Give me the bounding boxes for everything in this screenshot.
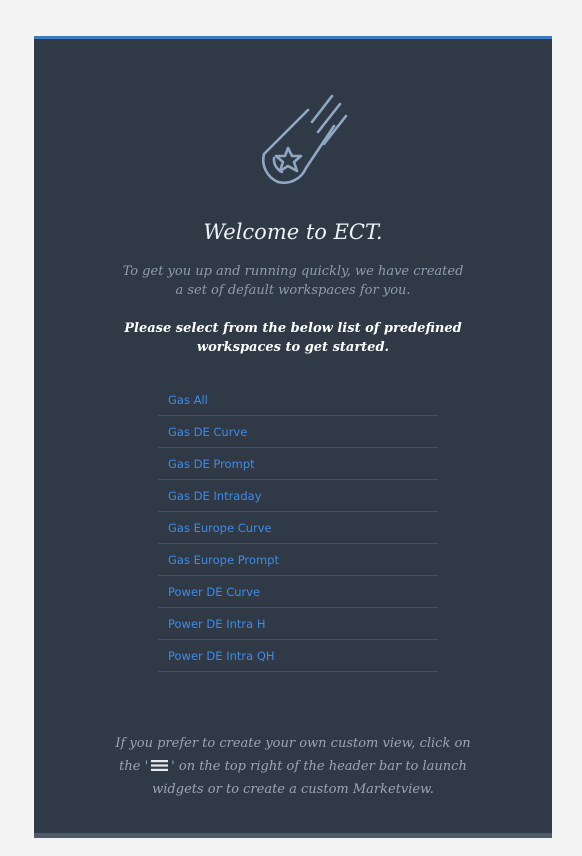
workspace-item-gas-europe-prompt[interactable]: Gas Europe Prompt — [158, 544, 438, 576]
workspace-list: Gas All Gas DE Curve Gas DE Prompt Gas D… — [158, 384, 438, 672]
workspace-item-power-de-curve[interactable]: Power DE Curve — [158, 576, 438, 608]
hint-line-2-start: the ' — [119, 759, 149, 774]
custom-view-hint: If you prefer to create your own custom … — [74, 732, 512, 801]
workspace-item-power-de-intra-qh[interactable]: Power DE Intra QH — [158, 640, 438, 672]
welcome-title: Welcome to ECT. — [203, 220, 383, 244]
hint-line-1: If you prefer to create your own custom … — [115, 736, 471, 751]
shooting-star-icon — [242, 92, 354, 204]
welcome-subtitle: To get you up and running quickly, we ha… — [122, 264, 464, 298]
welcome-panel: Welcome to ECT. To get you up and runnin… — [34, 36, 552, 838]
hamburger-menu-icon — [151, 760, 169, 771]
workspace-item-gas-europe-curve[interactable]: Gas Europe Curve — [158, 512, 438, 544]
workspace-item-gas-de-prompt[interactable]: Gas DE Prompt — [158, 448, 438, 480]
welcome-instruction: Please select from the below list of pre… — [124, 321, 462, 355]
hint-line-2: the ' ' on the top right of the header ba… — [74, 755, 512, 778]
hint-line-2-end: ' on the top right of the header bar to … — [171, 759, 467, 774]
hint-line-3: widgets or to create a custom Marketview… — [152, 782, 434, 797]
workspace-item-gas-all[interactable]: Gas All — [158, 384, 438, 416]
workspace-item-power-de-intra-h[interactable]: Power DE Intra H — [158, 608, 438, 640]
workspace-item-gas-de-intraday[interactable]: Gas DE Intraday — [158, 480, 438, 512]
workspace-item-gas-de-curve[interactable]: Gas DE Curve — [158, 416, 438, 448]
